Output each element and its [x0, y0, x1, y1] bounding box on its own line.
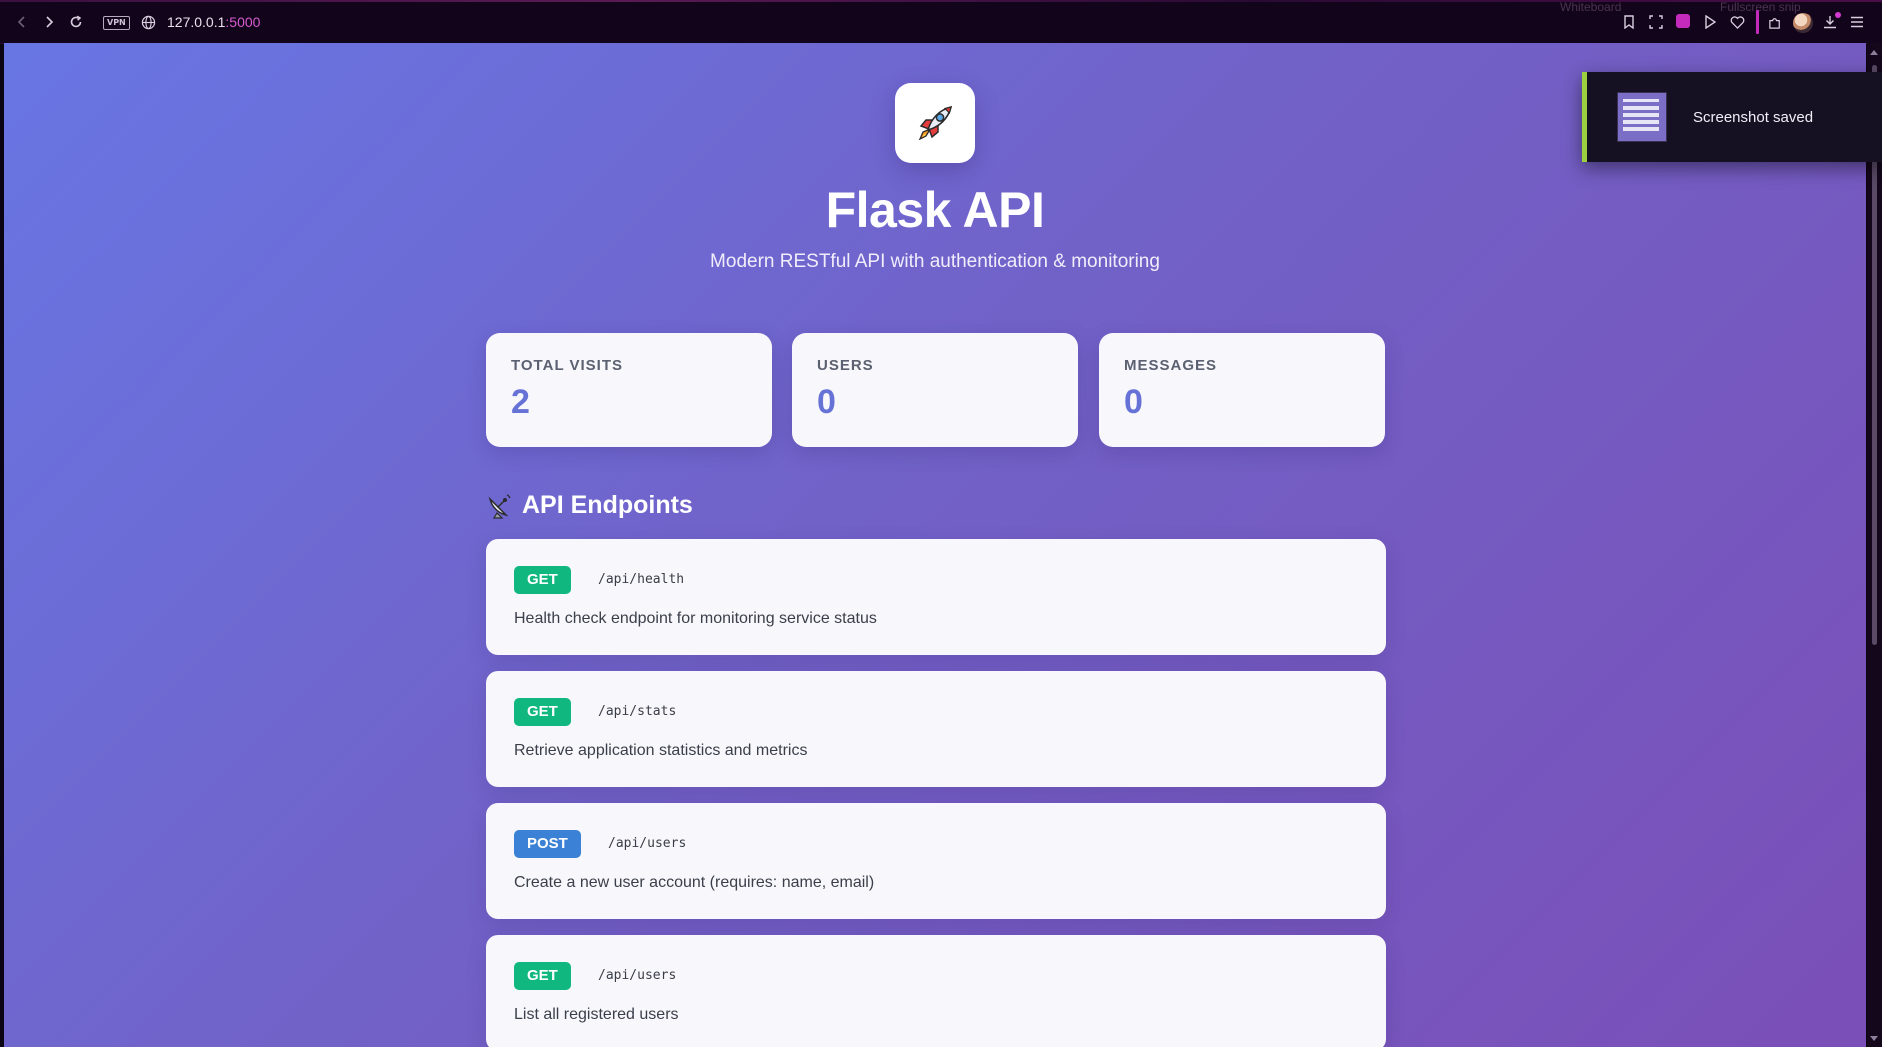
- stat-label: TOTAL VISITS: [511, 357, 624, 374]
- stat-card-messages: MESSAGES 0: [1099, 333, 1385, 447]
- stat-card-users: USERS 0: [792, 333, 1078, 447]
- scroll-down-arrow-icon[interactable]: [1870, 1036, 1878, 1041]
- screenshot-toast[interactable]: Screenshot saved: [1582, 72, 1882, 162]
- url-host: 127.0.0.1: [167, 14, 226, 30]
- site-info-button[interactable]: [138, 12, 158, 32]
- screenshot-icon: [1649, 15, 1663, 29]
- endpoint-path: /api/users: [608, 836, 687, 851]
- scroll-up-arrow-icon[interactable]: [1870, 50, 1878, 55]
- method-badge-get: GET: [514, 962, 571, 990]
- endpoint-card[interactable]: GET /api/users List all registered users: [486, 935, 1386, 1047]
- ghost-tab-fullscreen-snip[interactable]: Fullscreen snip: [1720, 0, 1801, 14]
- pocket-icon[interactable]: [1676, 14, 1690, 28]
- back-button[interactable]: [12, 12, 32, 32]
- bookmark-icon: [1624, 15, 1634, 29]
- stat-value: 2: [511, 383, 530, 421]
- endpoint-path: /api/users: [598, 968, 677, 983]
- globe-icon: [141, 15, 155, 29]
- browser-toolbar: Whiteboard Fullscreen snip VPN 127.0.0.1…: [0, 0, 1882, 44]
- reload-button[interactable]: [66, 12, 86, 32]
- address-bar[interactable]: 127.0.0.1:5000: [167, 14, 260, 30]
- endpoint-description: Health check endpoint for monitoring ser…: [514, 610, 877, 627]
- favorites-button[interactable]: [1728, 13, 1746, 31]
- toast-message: Screenshot saved: [1693, 109, 1814, 126]
- back-arrow-icon: [17, 16, 25, 28]
- extensions-button[interactable]: [1766, 13, 1784, 31]
- endpoint-card[interactable]: POST /api/users Create a new user accoun…: [486, 803, 1386, 919]
- endpoint-description: Create a new user account (requires: nam…: [514, 874, 875, 891]
- stat-value: 0: [817, 383, 836, 421]
- toolbar-divider: [1756, 10, 1759, 34]
- page-scrollbar[interactable]: [1867, 43, 1882, 1047]
- notification-dot: [1835, 12, 1841, 18]
- page-subtitle: Modern RESTful API with authentication &…: [710, 251, 1160, 272]
- rocket-icon: [918, 105, 953, 141]
- endpoint-card[interactable]: GET /api/stats Retrieve application stat…: [486, 671, 1386, 787]
- puzzle-icon: [1768, 17, 1780, 29]
- endpoint-card[interactable]: GET /api/health Health check endpoint fo…: [486, 539, 1386, 655]
- method-badge-get: GET: [514, 698, 571, 726]
- method-badge-get: GET: [514, 566, 571, 594]
- endpoint-description: List all registered users: [514, 1006, 679, 1023]
- reload-icon: [70, 15, 82, 28]
- heart-icon: [1730, 15, 1744, 29]
- endpoint-path: /api/stats: [598, 704, 677, 719]
- method-badge-post: POST: [514, 830, 581, 858]
- stat-value: 0: [1124, 383, 1143, 421]
- menu-button[interactable]: [1848, 13, 1866, 31]
- bookmark-button[interactable]: [1620, 13, 1638, 31]
- hamburger-menu-icon: [1851, 16, 1863, 28]
- play-button[interactable]: [1701, 13, 1719, 31]
- app-logo: [895, 83, 975, 163]
- page-title: Flask API: [825, 182, 1045, 238]
- endpoint-path: /api/health: [598, 572, 685, 587]
- forward-button[interactable]: [39, 12, 59, 32]
- ghost-tab-whiteboard[interactable]: Whiteboard: [1560, 0, 1621, 14]
- stat-label: MESSAGES: [1124, 357, 1218, 374]
- screenshot-button[interactable]: [1647, 13, 1665, 31]
- endpoint-description: Retrieve application statistics and metr…: [514, 742, 808, 759]
- stat-label: USERS: [817, 357, 874, 374]
- profile-avatar[interactable]: [1793, 13, 1813, 33]
- satellite-dish-icon: [486, 491, 514, 519]
- endpoints-heading: API Endpoints: [486, 487, 693, 523]
- stat-card-total-visits: TOTAL VISITS 2: [486, 333, 772, 447]
- forward-arrow-icon: [46, 16, 54, 28]
- play-icon: [1705, 15, 1716, 29]
- url-port: :5000: [225, 14, 261, 30]
- page-viewport: Flask API Modern RESTful API with authen…: [4, 43, 1866, 1047]
- endpoints-heading-text: API Endpoints: [522, 490, 693, 519]
- screenshot-thumbnail[interactable]: [1617, 92, 1667, 142]
- vpn-badge[interactable]: VPN: [103, 16, 130, 30]
